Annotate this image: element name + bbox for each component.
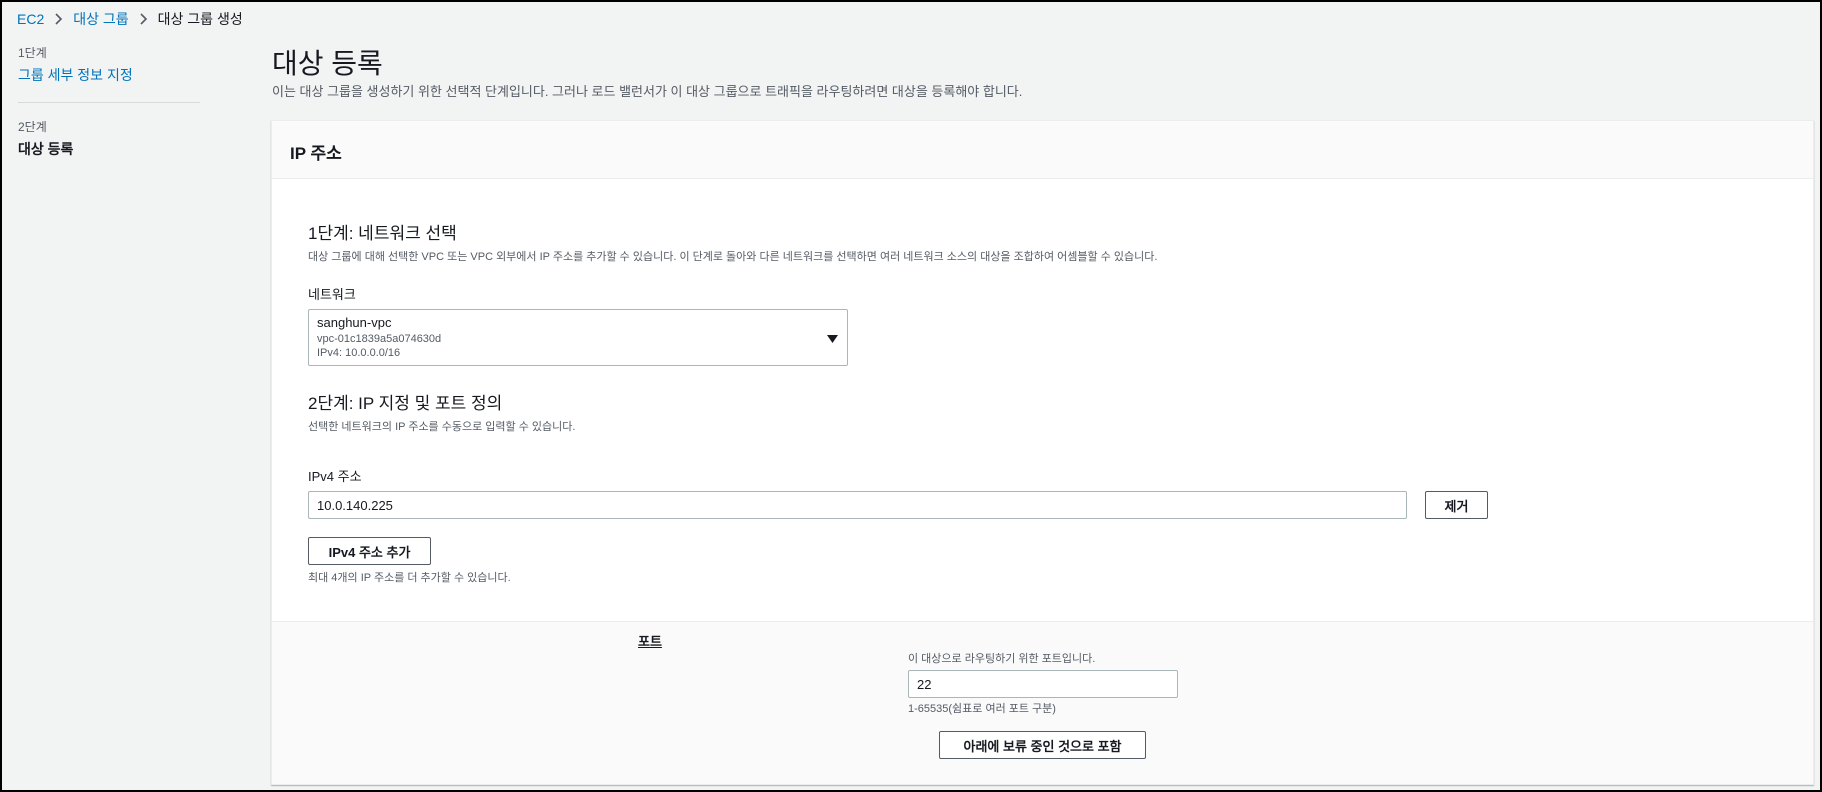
step1-title: 1단계: 네트워크 선택 (308, 224, 457, 243)
network-cidr: IPv4: 10.0.0.0/16 (317, 347, 401, 359)
network-select[interactable]: sanghun-vpc vpc-01c1839a5a074630d IPv4: … (308, 309, 848, 366)
ipv4-address-input[interactable]: 10.0.140.225 (308, 491, 1407, 519)
add-ipv4-button[interactable]: IPv4 주소 추가 (308, 537, 431, 565)
include-pending-button[interactable]: 아래에 보류 중인 것으로 포함 (939, 731, 1146, 759)
port-label: 포트 (638, 634, 662, 649)
port-description: 이 대상으로 라우팅하기 위한 포트입니다. (908, 653, 1096, 665)
port-input[interactable]: 22 (908, 670, 1178, 698)
network-id: vpc-01c1839a5a074630d (317, 333, 442, 345)
port-hint: 1-65535(쉼표로 여러 포트 구분) (908, 703, 1056, 715)
step2-section: 2단계: IP 지정 및 포트 정의 선택한 네트워크의 IP 주소를 수동으로… (308, 389, 575, 434)
network-label: 네트워크 (308, 287, 356, 302)
ipv4-label: IPv4 주소 (308, 469, 362, 484)
page-title: 대상 등록 (272, 48, 383, 79)
chevron-right-icon (54, 13, 63, 25)
panel-header: IP 주소 (272, 121, 1813, 179)
breadcrumb: EC2 대상 그룹 대상 그룹 생성 (17, 9, 243, 29)
wizard-steps-nav: 1단계 그룹 세부 정보 지정 2단계 대상 등록 (18, 44, 200, 159)
network-name: sanghun-vpc (317, 315, 392, 330)
step2-number: 2단계 (18, 120, 47, 134)
step1-section: 1단계: 네트워크 선택 대상 그룹에 대해 선택한 VPC 또는 VPC 외부… (308, 219, 1157, 264)
caret-down-icon (827, 332, 838, 346)
step1-link[interactable]: 그룹 세부 정보 지정 (18, 65, 200, 85)
breadcrumb-target-groups[interactable]: 대상 그룹 (73, 9, 128, 29)
step1-description: 대상 그룹에 대해 선택한 VPC 또는 VPC 외부에서 IP 주소를 추가할… (308, 251, 1158, 263)
step2-title: 2단계: IP 지정 및 포트 정의 (308, 394, 503, 413)
remove-button[interactable]: 제거 (1425, 491, 1488, 519)
step2-description: 선택한 네트워크의 IP 주소를 수동으로 입력할 수 있습니다. (308, 421, 576, 433)
step2-current: 대상 등록 (18, 141, 74, 157)
breadcrumb-current: 대상 그룹 생성 (157, 11, 243, 27)
step1-number: 1단계 (18, 46, 47, 60)
breadcrumb-ec2[interactable]: EC2 (17, 11, 44, 27)
chevron-right-icon (139, 13, 148, 25)
nav-divider (18, 102, 200, 103)
page-description: 이는 대상 그룹을 생성하기 위한 선택적 단계입니다. 그러나 로드 밸런서가… (272, 84, 1023, 99)
add-ipv4-hint: 최대 4개의 IP 주소를 더 추가할 수 있습니다. (308, 572, 511, 584)
